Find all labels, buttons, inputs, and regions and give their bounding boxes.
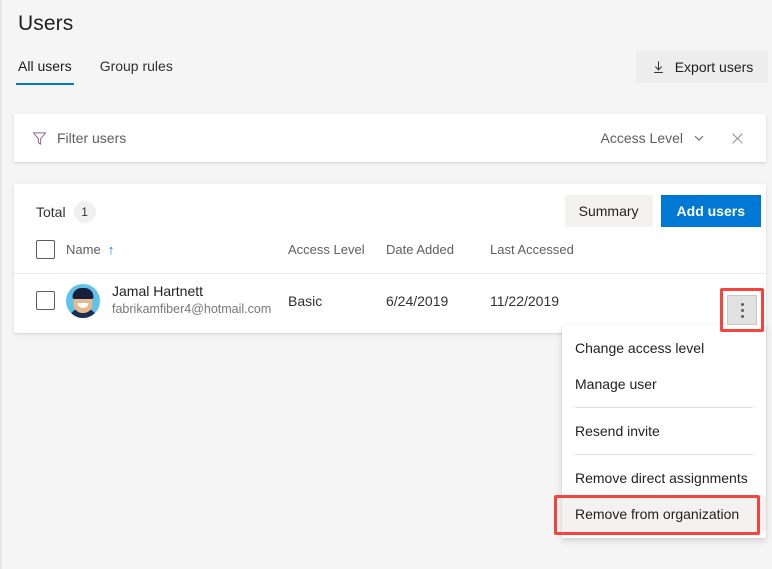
menu-item-remove-from-organization[interactable]: Remove from organization xyxy=(562,496,766,532)
tab-all-users[interactable]: All users xyxy=(16,58,74,85)
row-more-actions-button[interactable] xyxy=(727,295,757,325)
table-row[interactable]: Jamal Hartnett fabrikamfiber4@hotmail.co… xyxy=(14,274,766,328)
header-select-all xyxy=(14,240,66,274)
chevron-down-icon xyxy=(692,131,706,145)
row-actions-highlight xyxy=(720,288,764,332)
table-header-row: Name ↑ Access Level Date Added Last Acce… xyxy=(14,240,766,274)
filter-users-placeholder: Filter users xyxy=(57,130,127,146)
header-name[interactable]: Name ↑ xyxy=(66,240,288,274)
header-actions xyxy=(610,240,766,274)
users-table-card: Total 1 Summary Add users Name ↑ Access … xyxy=(14,184,766,333)
filter-bar: Filter users Access Level xyxy=(14,114,766,162)
export-users-button[interactable]: Export users xyxy=(636,51,768,83)
filter-funnel-icon xyxy=(31,130,48,147)
add-users-button[interactable]: Add users xyxy=(660,195,761,227)
menu-separator-1 xyxy=(575,407,753,408)
menu-item-manage-user[interactable]: Manage user xyxy=(562,366,766,402)
header-access-level[interactable]: Access Level xyxy=(288,240,386,274)
menu-item-remove-direct-assignments[interactable]: Remove direct assignments xyxy=(562,460,766,496)
more-vertical-icon-dot2 xyxy=(740,308,744,312)
filter-controls: Access Level xyxy=(595,114,752,162)
table-toolbar: Total 1 Summary Add users xyxy=(14,184,766,240)
tab-group-rules-label: Group rules xyxy=(99,58,173,74)
users-table-head: Name ↑ Access Level Date Added Last Acce… xyxy=(14,240,766,274)
tab-bar: All users Group rules xyxy=(16,58,175,85)
toolbar-actions: Summary Add users xyxy=(564,195,761,227)
total-indicator: Total 1 xyxy=(36,201,96,223)
row-select-cell xyxy=(14,274,66,328)
row-last-accessed: 11/22/2019 xyxy=(490,292,560,309)
access-level-label: Access Level xyxy=(600,130,683,146)
user-name: Jamal Hartnett xyxy=(112,283,204,300)
tab-group-rules[interactable]: Group rules xyxy=(98,58,175,85)
row-context-menu: Change access level Manage user Resend i… xyxy=(562,325,766,538)
users-table-body: Jamal Hartnett fabrikamfiber4@hotmail.co… xyxy=(14,274,766,328)
row-date-added: 6/24/2019 xyxy=(386,292,449,309)
header-last-accessed[interactable]: Last Accessed xyxy=(490,240,610,274)
row-checkbox[interactable] xyxy=(36,291,55,311)
users-page: Users All users Group rules Export users xyxy=(0,0,772,569)
user-email: fabrikamfiber4@hotmail.com xyxy=(112,302,272,317)
clear-filters-button[interactable] xyxy=(722,123,752,153)
page-title: Users xyxy=(18,12,74,35)
row-access-level: Basic xyxy=(288,292,323,309)
header-date-added[interactable]: Date Added xyxy=(386,240,490,274)
more-vertical-icon-dot3 xyxy=(740,314,744,318)
more-vertical-icon xyxy=(740,302,744,306)
sort-by-name[interactable]: Name ↑ xyxy=(66,242,114,257)
export-users-label: Export users xyxy=(674,59,754,75)
select-all-checkbox[interactable] xyxy=(36,240,55,259)
menu-item-resend-invite[interactable]: Resend invite xyxy=(562,413,766,449)
close-icon xyxy=(729,130,746,147)
arrow-up-icon: ↑ xyxy=(107,242,115,257)
page-header: Users All users Group rules Export users xyxy=(2,0,772,95)
download-icon xyxy=(651,60,666,75)
menu-separator-2 xyxy=(575,454,753,455)
total-label: Total xyxy=(36,204,66,220)
tab-all-users-label: All users xyxy=(18,58,72,74)
users-table: Name ↑ Access Level Date Added Last Acce… xyxy=(14,240,766,328)
user-avatar xyxy=(66,283,100,318)
access-level-dropdown[interactable]: Access Level xyxy=(595,126,712,150)
summary-button[interactable]: Summary xyxy=(564,195,653,227)
row-user-cell: Jamal Hartnett fabrikamfiber4@hotmail.co… xyxy=(66,274,288,328)
filter-input-group[interactable]: Filter users xyxy=(31,114,126,162)
menu-item-change-access-level[interactable]: Change access level xyxy=(562,330,766,366)
total-count-badge: 1 xyxy=(73,201,96,223)
header-name-label: Name xyxy=(66,242,101,257)
